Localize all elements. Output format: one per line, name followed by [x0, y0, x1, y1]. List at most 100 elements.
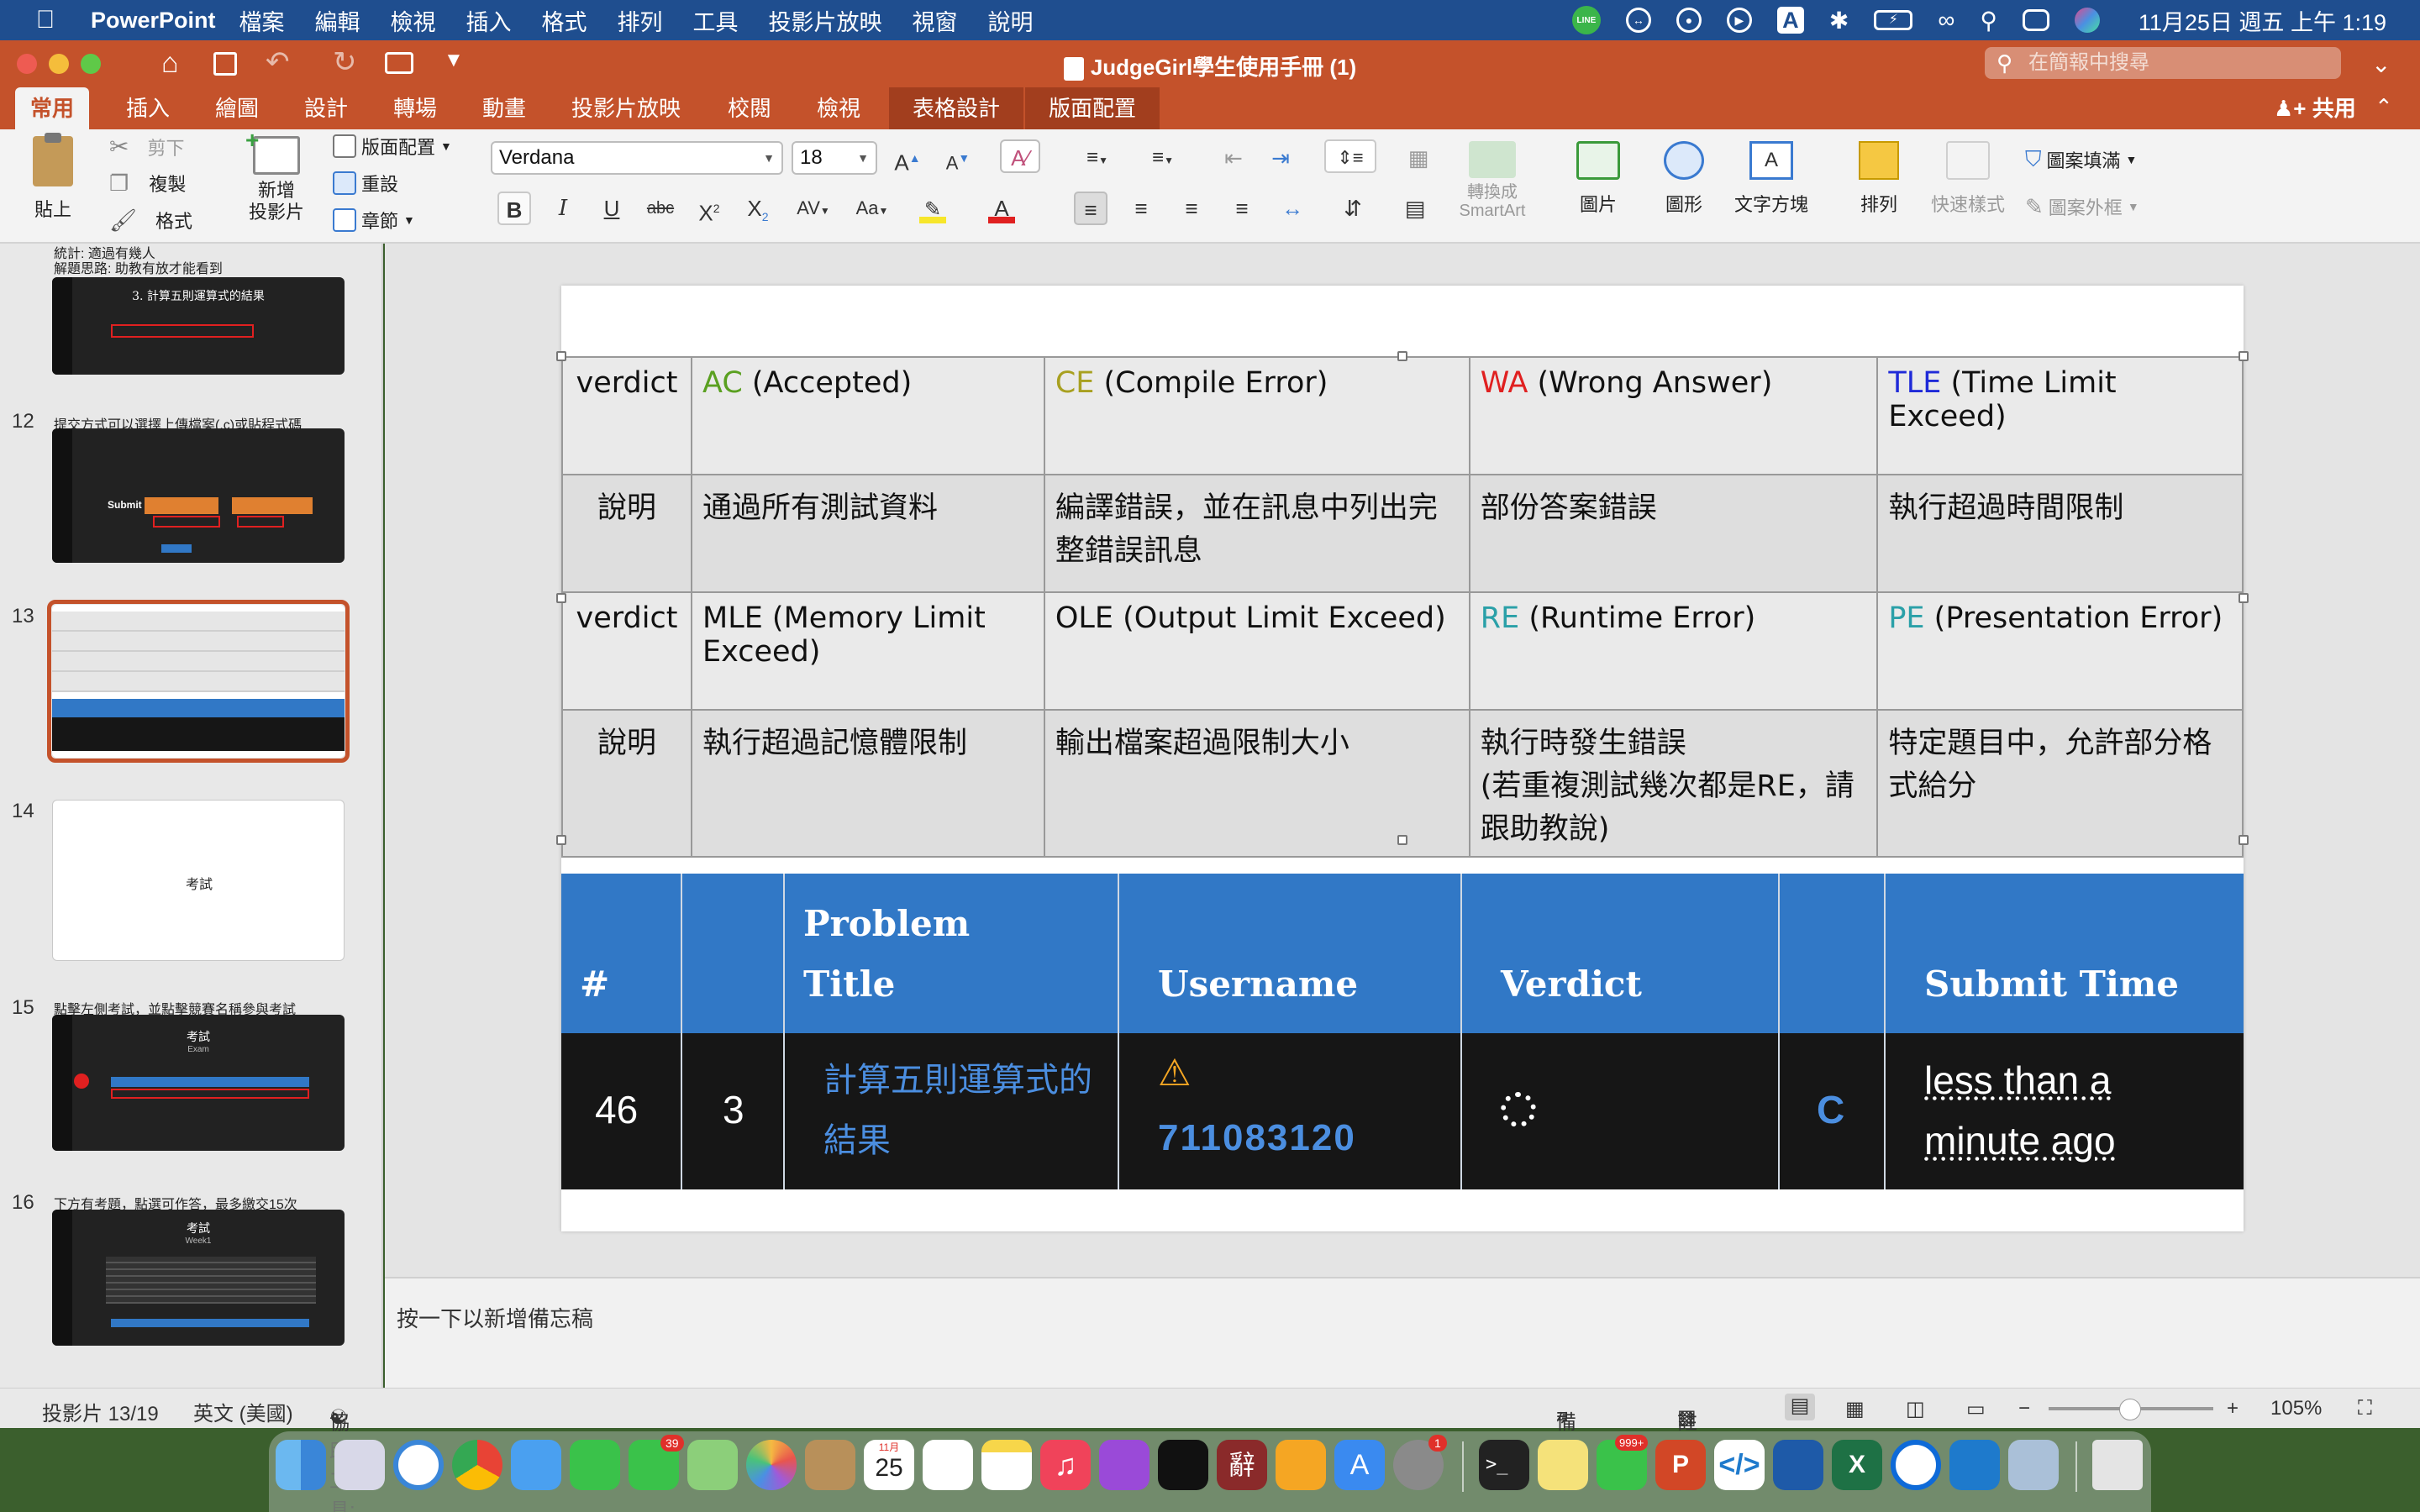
table-cell[interactable]: TLE (Time Limit Exceed) — [1876, 356, 2244, 475]
menu-tools[interactable]: 工具 — [693, 4, 739, 37]
resize-handle[interactable] — [2238, 593, 2249, 603]
table-cell[interactable]: 編譯錯誤，並在訊息中列出完整錯誤訊息 — [1043, 474, 1470, 593]
mail-icon[interactable] — [511, 1440, 561, 1490]
user-icon[interactable]: ● — [1676, 8, 1702, 33]
layout-button[interactable]: 版面配置 ▼ — [333, 133, 452, 160]
table-cell[interactable]: 特定題目中，允許部分格式給分 — [1876, 709, 2244, 858]
reminders-icon[interactable] — [923, 1440, 973, 1490]
launchpad-icon[interactable] — [334, 1440, 385, 1490]
textbox-button[interactable]: A 文字方塊 — [1728, 141, 1815, 217]
menu-help[interactable]: 說明 — [988, 4, 1034, 37]
normal-view-button[interactable]: ▤ — [1785, 1394, 1815, 1420]
cut-button[interactable]: ✂ 剪下 — [109, 133, 184, 160]
line-status-icon[interactable]: LINE — [1571, 6, 1601, 34]
highlight-color-button[interactable]: ✎ — [916, 192, 950, 225]
resize-handle[interactable] — [1397, 351, 1407, 361]
numbering-button[interactable]: ≡▼ — [1139, 141, 1186, 175]
terminal-icon[interactable]: >_ — [1479, 1440, 1529, 1490]
shapes-button[interactable]: 圖形 — [1650, 141, 1718, 217]
subscript-button[interactable]: X2 — [741, 192, 775, 225]
tab-design[interactable]: 設計 — [289, 87, 363, 129]
resize-handle[interactable] — [556, 593, 566, 603]
dictionary-icon[interactable]: 辭 — [1217, 1440, 1267, 1490]
columns-button[interactable]: ▦ — [1395, 141, 1442, 175]
paste-button[interactable]: 貼上 — [18, 133, 87, 222]
menu-arrange[interactable]: 排列 — [618, 4, 663, 37]
bold-button[interactable]: B — [497, 192, 531, 225]
quick-styles-button[interactable]: 快速樣式 — [1924, 141, 2012, 217]
reading-view-button[interactable]: ◫ — [1906, 1397, 1925, 1421]
submission-table-image[interactable]: # Problem Title Username Verdict Submit … — [561, 874, 2244, 1189]
table-cell[interactable]: 說明 — [561, 709, 692, 858]
search-input[interactable]: ⚲ 在簡報中搜尋 — [1985, 47, 2341, 79]
chevron-down-icon[interactable]: ⌄ — [2371, 50, 2391, 78]
increase-font-size-button[interactable]: A▲ — [891, 141, 924, 176]
apple-tv-icon[interactable] — [1158, 1440, 1208, 1490]
notes-pane[interactable]: 按一下以新增備忘稿 — [385, 1277, 2420, 1388]
menu-edit[interactable]: 編輯 — [315, 4, 360, 37]
zoom-level[interactable]: 105% — [2270, 1397, 2322, 1420]
calendar-icon[interactable]: 11月 25 — [864, 1440, 914, 1490]
menu-file[interactable]: 檔案 — [239, 4, 285, 37]
play-icon[interactable]: ▶ — [1726, 8, 1752, 33]
clear-formatting-button[interactable]: A∕ — [1000, 139, 1040, 173]
notes-app-icon[interactable] — [981, 1440, 1032, 1490]
slide-canvas[interactable]: verdict AC (Accepted) CE (Compile Error)… — [556, 286, 2249, 1231]
stickies-icon[interactable] — [1538, 1440, 1588, 1490]
decrease-indent-button[interactable]: ⇤ — [1217, 141, 1250, 175]
tab-slideshow[interactable]: 投影片放映 — [556, 87, 696, 129]
table-cell[interactable]: MLE (Memory Limit Exceed) — [691, 591, 1045, 711]
align-left-button[interactable]: ≡ — [1074, 192, 1107, 225]
format-painter-button[interactable]: 🖌 格式 — [109, 207, 192, 234]
strikethrough-button[interactable]: abc — [644, 192, 677, 225]
tab-view[interactable]: 檢視 — [802, 87, 876, 129]
font-color-button[interactable]: A — [985, 192, 1018, 225]
siri-icon[interactable] — [2074, 8, 2100, 33]
italic-button[interactable]: I — [546, 192, 580, 225]
slideshow-view-button[interactable]: ▭ — [1966, 1397, 1986, 1421]
collapse-ribbon-icon[interactable]: ⌃ — [2375, 94, 2393, 120]
fit-to-window-icon[interactable]: ⛶ — [2358, 1397, 2372, 1420]
table-cell[interactable]: 執行超過記憶體限制 — [691, 709, 1045, 858]
powerpoint-icon[interactable]: P — [1655, 1440, 1706, 1490]
chrome-icon[interactable] — [452, 1440, 502, 1490]
teamviewer-icon[interactable]: ↔ — [1625, 8, 1651, 33]
tab-table-design[interactable]: 表格設計 — [889, 87, 1024, 129]
resize-handle[interactable] — [2238, 835, 2249, 845]
text-direction-button[interactable]: ⇵ — [1329, 192, 1376, 225]
menu-view[interactable]: 檢視 — [391, 4, 436, 37]
resize-handle[interactable] — [2238, 351, 2249, 361]
menubar-clock[interactable]: 11月25日 週五 上午 1:19 — [2139, 4, 2386, 37]
superscript-button[interactable]: X2 — [692, 192, 726, 226]
battery-icon[interactable]: ⚡ — [1874, 10, 1913, 30]
underline-button[interactable]: U — [595, 192, 629, 225]
facetime-icon[interactable] — [570, 1440, 620, 1490]
copy-button[interactable]: ❐ 複製 — [109, 170, 186, 197]
picture-button[interactable]: 圖片 — [1565, 141, 1632, 217]
excel-icon[interactable]: X — [1832, 1440, 1882, 1490]
music-icon[interactable]: ♫ — [1040, 1440, 1091, 1490]
bullets-button[interactable]: ≡▼ — [1074, 141, 1121, 175]
menu-format[interactable]: 格式 — [542, 4, 587, 37]
tab-review[interactable]: 校閱 — [713, 87, 786, 129]
table-cell[interactable]: verdict — [561, 356, 692, 475]
font-size-select[interactable]: 18 ▼ — [792, 141, 877, 175]
table-cell[interactable]: verdict — [561, 591, 692, 711]
arrange-button[interactable]: 排列 — [1845, 141, 1912, 217]
table-cell[interactable]: 說明 — [561, 474, 692, 593]
problem-title-link[interactable]: 計算五則運算式的結果 — [823, 1050, 1092, 1171]
character-spacing-button[interactable]: AV▼ — [790, 192, 837, 225]
convert-smartart-button[interactable]: 轉換成 SmartArt — [1452, 141, 1533, 220]
zoom-slider-thumb[interactable] — [2119, 1399, 2141, 1420]
verdict-table[interactable]: verdict AC (Accepted) CE (Compile Error)… — [561, 356, 2244, 858]
table-cell[interactable]: 通過所有測試資料 — [691, 474, 1045, 593]
app-store-icon[interactable]: A — [1334, 1440, 1385, 1490]
podcasts-icon[interactable] — [1099, 1440, 1150, 1490]
align-center-button[interactable]: ≡ — [1124, 192, 1158, 225]
preview-icon[interactable] — [2008, 1440, 2059, 1490]
slide-thumbnail-panel[interactable]: 統計: 適過有幾人 解題思路: 助教有放才能看到 3. 計算五則運算式的結果 1… — [0, 244, 383, 1388]
tab-home[interactable]: 常用 — [15, 87, 90, 129]
teamviewer-app-icon[interactable] — [1891, 1440, 1941, 1490]
vscode-insiders-icon[interactable] — [1949, 1440, 2000, 1490]
tab-insert[interactable]: 插入 — [111, 87, 185, 129]
